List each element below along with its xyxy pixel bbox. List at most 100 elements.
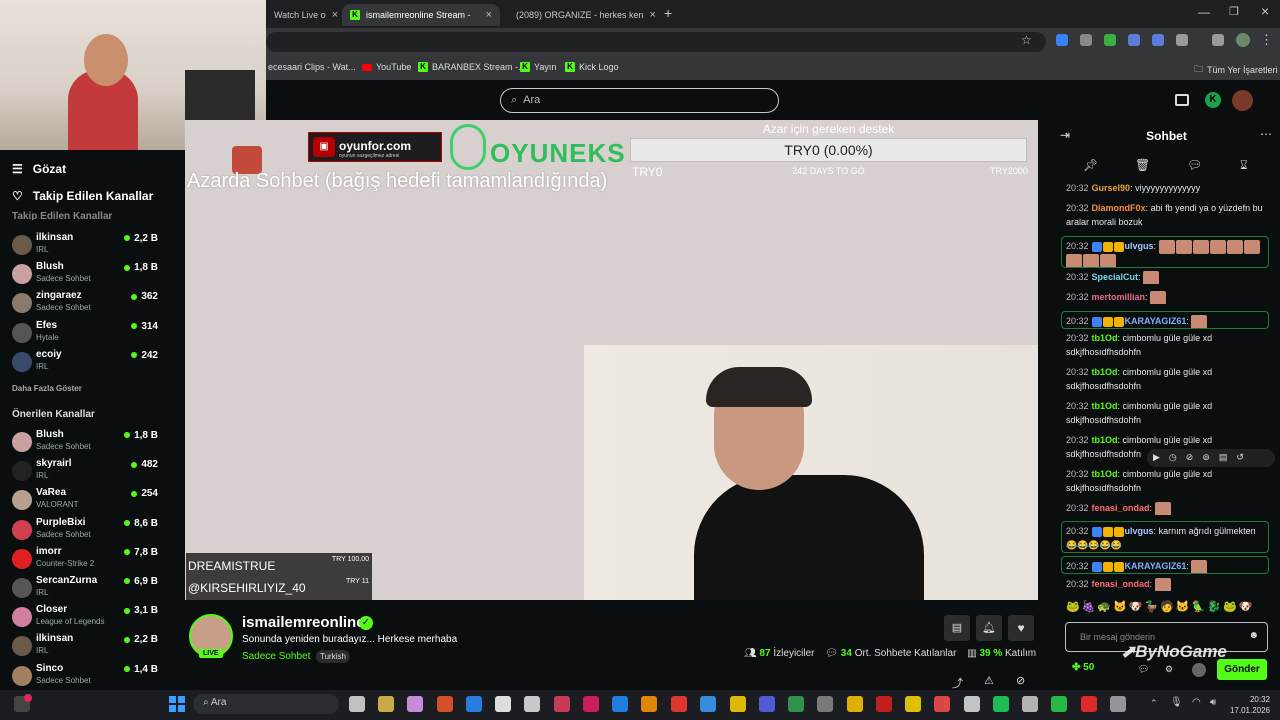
sidebar-channel[interactable]: VaRea VALORANT 254	[10, 487, 160, 515]
sidebar-channel[interactable]: Closer League of Legends 3,1 B	[10, 604, 160, 632]
sidebar-channel[interactable]: PurpleBixi Sadece Sohbet 8,6 B	[10, 517, 160, 545]
new-tab-icon[interactable]: +	[664, 5, 672, 21]
profile-avatar[interactable]	[1236, 33, 1250, 47]
message-username[interactable]: SpecialCut	[1092, 272, 1139, 282]
browser-tab[interactable]: Watch Live o ×	[266, 4, 340, 26]
message-username[interactable]: tb1Od	[1092, 367, 1118, 377]
chat-icon[interactable]: 💬︎	[1138, 664, 1149, 675]
trash-icon[interactable]: 🗑︎	[1135, 158, 1150, 172]
nav-browse[interactable]: ☰ Gözat	[12, 162, 66, 176]
close-icon[interactable]: ×	[650, 9, 656, 21]
kick-points-icon[interactable]: K	[1205, 92, 1221, 108]
send-button[interactable]: Gönder	[1217, 659, 1267, 680]
notification-button[interactable]: 🔔︎	[976, 615, 1002, 641]
discord-icon[interactable]	[788, 696, 804, 712]
message-username[interactable]: tb1Od	[1092, 469, 1118, 479]
extension-icon[interactable]	[1104, 34, 1116, 46]
crunchyroll-icon[interactable]	[730, 696, 746, 712]
steam-icon[interactable]	[612, 696, 628, 712]
browser-tab[interactable]: (2089) ORGANIZE - herkes ken ×	[502, 4, 656, 26]
close-icon[interactable]: ×	[332, 9, 338, 21]
volume-icon[interactable]: 🔊︎	[1210, 697, 1216, 708]
channel-name[interactable]: ismailemreonline	[242, 614, 365, 631]
twitch-icon[interactable]	[905, 696, 921, 712]
hourglass-icon[interactable]: ⌛︎	[1240, 158, 1248, 173]
extensions-puzzle-icon[interactable]	[1176, 34, 1188, 46]
sidebar-channel[interactable]: skyrairl IRL 482	[10, 458, 160, 486]
copilot-icon[interactable]	[407, 696, 423, 712]
nav-following[interactable]: ♡ Takip Edilen Kanallar	[12, 189, 153, 203]
message-username[interactable]: tb1Od	[1092, 401, 1118, 411]
youtube-icon[interactable]	[495, 696, 511, 712]
opera-gx-icon[interactable]	[1051, 696, 1067, 712]
epic-games-icon[interactable]	[759, 696, 775, 712]
bookmark-item[interactable]: K BARANBEX Stream -...	[418, 62, 526, 72]
stream-category[interactable]: Sadece Sohbet	[242, 651, 310, 662]
extension-icon[interactable]	[1056, 34, 1068, 46]
store-icon[interactable]	[466, 696, 482, 712]
message-username[interactable]: ulvgus	[1125, 241, 1154, 251]
instagram-icon[interactable]	[671, 696, 687, 712]
bookmark-star-icon[interactable]: ☆	[1021, 33, 1032, 47]
clip-button[interactable]: ▤	[944, 615, 970, 641]
tiktok-icon[interactable]	[554, 696, 570, 712]
sidebar-channel[interactable]: ilkinsan IRL 2,2 B	[10, 232, 160, 260]
sidebar-channel[interactable]: Blush Sadece Sohbet 1,8 B	[10, 429, 160, 457]
report-icon[interactable]: ⚠	[984, 674, 994, 687]
brave-icon[interactable]	[437, 696, 453, 712]
edge-icon[interactable]	[524, 696, 540, 712]
netflix-icon[interactable]	[583, 696, 599, 712]
emoji-icon[interactable]: ☻	[1248, 630, 1259, 641]
message-username[interactable]: ulvgus	[1125, 526, 1154, 536]
sidebar-channel[interactable]: Sinco Sadece Sohbet 1,4 B	[10, 663, 160, 691]
message-username[interactable]: Gursel90	[1092, 183, 1131, 193]
points-display[interactable]: ✤ 50	[1072, 662, 1094, 673]
message-username[interactable]: KARAYAGIZ61	[1125, 561, 1187, 571]
bookmarks-folder[interactable]: 🗀 Tüm Yer İşaretleri	[1194, 62, 1278, 78]
wifi-icon[interactable]: ◠	[1192, 697, 1201, 708]
file-explorer-icon[interactable]	[378, 696, 394, 712]
yandex-icon[interactable]	[934, 696, 950, 712]
bookmark-item[interactable]: K Kick Logo	[565, 62, 619, 72]
emote-bar[interactable]: 🐸🍇🐢🐱🐶🦆🧑🐱🦜🐉🐸🐶	[1066, 600, 1272, 616]
message-username[interactable]: DiamondF0x	[1092, 203, 1146, 213]
theater-mode-icon[interactable]	[1175, 94, 1189, 106]
sidebar-channel[interactable]: imorr Counter-Strike 2 7,8 B	[10, 546, 160, 574]
reading-list-icon[interactable]	[1212, 34, 1224, 46]
windows-start-icon[interactable]	[169, 696, 185, 712]
extension-icon[interactable]	[1152, 34, 1164, 46]
message-username[interactable]: fenasi_ondad	[1092, 579, 1150, 589]
opera-icon[interactable]	[1081, 696, 1097, 712]
settings-icon[interactable]	[1110, 696, 1126, 712]
pin-icon[interactable]: 📌︎	[1083, 158, 1098, 172]
show-more-link[interactable]: Daha Fazla Göster	[12, 384, 82, 393]
browser-tab-active[interactable]: K ismailemreonline Stream - ×	[342, 4, 500, 26]
stream-tag[interactable]: Turkish	[316, 650, 350, 663]
search-input[interactable]: ⌕ Ara	[500, 88, 779, 113]
sidebar-channel[interactable]: Blush Sadece Sohbet 1,8 B	[10, 261, 160, 289]
message-username[interactable]: fenasi_ondad	[1092, 503, 1150, 513]
twitter-icon[interactable]	[641, 696, 657, 712]
mute-icon[interactable]: ⊘	[1016, 674, 1025, 687]
sidebar-channel[interactable]: SercanZurna IRL 6,9 B	[10, 575, 160, 603]
message-username[interactable]: tb1Od	[1092, 435, 1118, 445]
microphone-icon[interactable]: 🎙︎	[1170, 697, 1183, 708]
bookmark-item[interactable]: ecesaari Clips - Wat...	[268, 62, 356, 72]
chrome-icon[interactable]	[817, 696, 833, 712]
menu-dots-icon[interactable]: ⋮	[1260, 32, 1273, 48]
sidebar-channel[interactable]: Efes Hytale 314	[10, 320, 160, 348]
snapchat-icon[interactable]	[876, 696, 892, 712]
restore-icon[interactable]: ❐	[1229, 5, 1239, 18]
user-avatar[interactable]	[1232, 90, 1253, 111]
obs-icon[interactable]	[847, 696, 863, 712]
sidebar-channel[interactable]: ilkinsan IRL 2,2 B	[10, 633, 160, 661]
close-window-icon[interactable]: ×	[1261, 3, 1269, 19]
chat-bubble-icon[interactable]: 💬︎	[1187, 158, 1202, 172]
follow-button[interactable]: ♥	[1008, 615, 1034, 641]
close-icon[interactable]: ×	[486, 9, 492, 21]
sidebar-channel[interactable]: zingaraez Sadece Sohbet 362	[10, 290, 160, 318]
gear-icon[interactable]: ⚙	[1165, 664, 1173, 675]
taskbar-search[interactable]: ⌕ Ara	[193, 694, 339, 714]
terminal-icon[interactable]	[1022, 696, 1038, 712]
settings-avatar[interactable]	[1192, 663, 1206, 677]
